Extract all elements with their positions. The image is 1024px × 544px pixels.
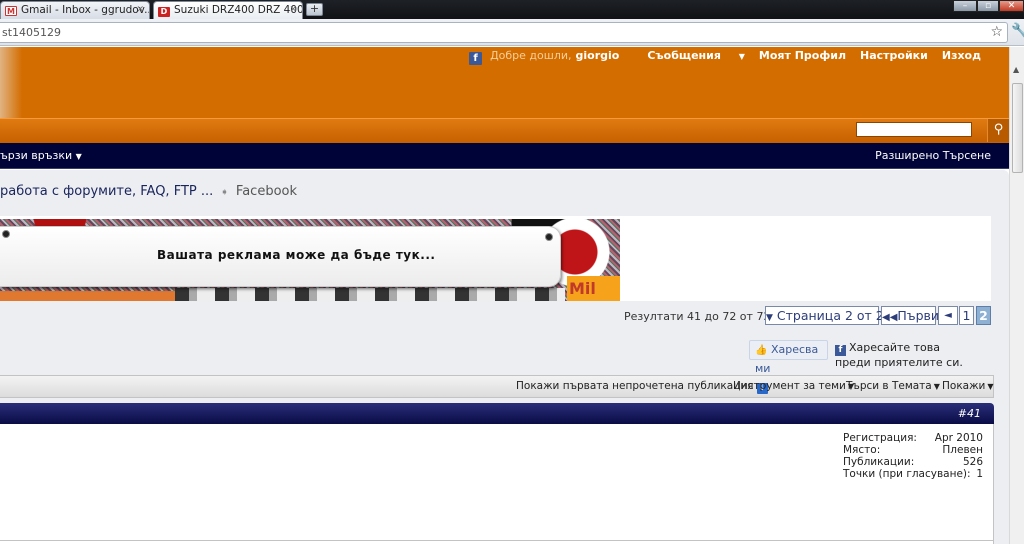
prev-page-button[interactable]: ◄ (938, 306, 958, 325)
first-unread-link[interactable]: Покажи първата непрочетена публикация ↓ (516, 380, 768, 394)
breadcrumb-separator-icon: ➧ (220, 187, 229, 198)
main-navbar: ързи връзки ▼ Разширено Търсене (0, 143, 1009, 169)
settings-link[interactable]: Настройки (860, 49, 928, 62)
browser-tab-bar: M Gmail - Inbox - ggrudov... ✕ D Suzuki DR… (0, 0, 1024, 19)
pin-icon (545, 233, 553, 241)
chevron-down-icon: ▼ (738, 52, 745, 61)
browser-tab-gmail[interactable]: M Gmail - Inbox - ggrudov... ✕ (0, 1, 150, 19)
user-info-row: Публикации: 526 (843, 456, 983, 468)
logout-link[interactable]: Изход (942, 49, 981, 62)
messages-menu[interactable]: Съобщения ▼ (633, 49, 745, 62)
wrench-icon[interactable]: 🔧 (1011, 23, 1024, 39)
welcome-text: Добре дошли, (490, 49, 572, 62)
chevron-down-icon: ▼ (766, 313, 773, 323)
chevron-down-icon: ▼ (75, 152, 82, 161)
gmail-icon: M (5, 6, 17, 16)
ad-text: Вашата реклама може да бъде тук... (157, 248, 436, 262)
close-icon[interactable]: ✕ (289, 2, 297, 18)
facebook-icon[interactable]: f (469, 52, 483, 65)
address-bar: st1405129 ☆ (0, 19, 1024, 46)
tab-title: Gmail - Inbox - ggrudov... (21, 4, 150, 16)
chevron-down-icon: ▼ (933, 382, 940, 391)
breadcrumb-current: Facebook (235, 184, 298, 199)
thumbs-up-icon: 👍 (755, 345, 768, 356)
pin-icon (2, 230, 10, 238)
ad-blank-area (620, 216, 991, 301)
post-header: #41 (0, 403, 994, 424)
minimize-icon[interactable]: – (953, 0, 977, 12)
logo-fragment (0, 47, 22, 118)
quick-links-menu[interactable]: ързи връзки ▼ (0, 149, 82, 162)
maximize-icon[interactable]: ▫ (977, 0, 999, 12)
search-icon[interactable]: ⚲ (987, 119, 1009, 142)
double-arrow-left-icon: ◀◀ (882, 312, 898, 323)
user-links: f Добре дошли, giorgio Съобщения ▼ Моят Проф… (455, 49, 981, 65)
tab-title: Suzuki DRZ400 DRZ 400 E... (174, 4, 303, 16)
forum-icon: D (158, 7, 170, 17)
thread-tools-menu[interactable]: Инструмент за теми ▼ (733, 380, 854, 392)
search-thread-menu[interactable]: Търси в Темата ▼ (846, 380, 940, 392)
display-mode-menu[interactable]: Покажи ▼ (942, 380, 994, 392)
page-scrollbar[interactable]: ▲ (1009, 47, 1024, 544)
site-header: f Добре дошли, giorgio Съобщения ▼ Моят Проф… (0, 47, 1009, 118)
first-page-button[interactable]: ◀◀Първи (881, 306, 939, 325)
browser-tab-forum[interactable]: D Suzuki DRZ400 DRZ 400 E... ✕ (153, 1, 303, 19)
user-info-row: Точки (при гласуване): 1 (843, 468, 983, 480)
scroll-thumb[interactable] (1012, 83, 1023, 173)
post-number-link[interactable]: #41 (958, 407, 981, 420)
breadcrumb: работа с форумите, FAQ, FTP ... ➧ Facebo… (0, 184, 297, 199)
facebook-icon: f (835, 345, 846, 356)
user-info-row: Регистрация: Apr 2010 (843, 432, 983, 444)
close-icon[interactable]: ✕ (136, 2, 144, 18)
divider (0, 540, 994, 541)
star-icon[interactable]: ☆ (990, 24, 1003, 40)
page-1-link[interactable]: 1 (959, 306, 974, 325)
username-link[interactable]: giorgio (576, 49, 620, 62)
advanced-search-link[interactable]: Разширено Търсене (875, 149, 991, 162)
chevron-down-icon: ▼ (987, 382, 994, 391)
facebook-like-button[interactable]: 👍 Харесва ми (749, 340, 828, 375)
facebook-like-note: f Харесайте това преди приятелите си. (835, 341, 963, 369)
user-info-row: Място: Плевен (843, 444, 983, 456)
page-2-current: 2 (976, 306, 991, 325)
url-text: st1405129 (2, 26, 62, 39)
breadcrumb-parent-link[interactable]: работа с форумите, FAQ, FTP ... (0, 184, 213, 199)
results-count: Резултати 41 до 72 от 72 (624, 310, 771, 323)
user-info: Регистрация: Apr 2010 Място: Плевен Публик… (843, 432, 983, 480)
my-profile-link[interactable]: Моят Профил (759, 49, 846, 62)
brand-logo: Mil (567, 276, 620, 301)
url-field[interactable]: st1405129 ☆ (0, 22, 1008, 43)
close-icon[interactable]: ✕ (999, 0, 1024, 12)
header-search-input[interactable] (856, 122, 972, 137)
ad-placeholder-banner[interactable]: Вашата реклама може да бъде тук... (0, 226, 561, 287)
scroll-up-icon[interactable]: ▲ (1013, 65, 1019, 74)
new-tab-button[interactable]: + (306, 3, 323, 16)
page-jump-dropdown[interactable]: ▼ Страница 2 от 2 (765, 306, 884, 325)
